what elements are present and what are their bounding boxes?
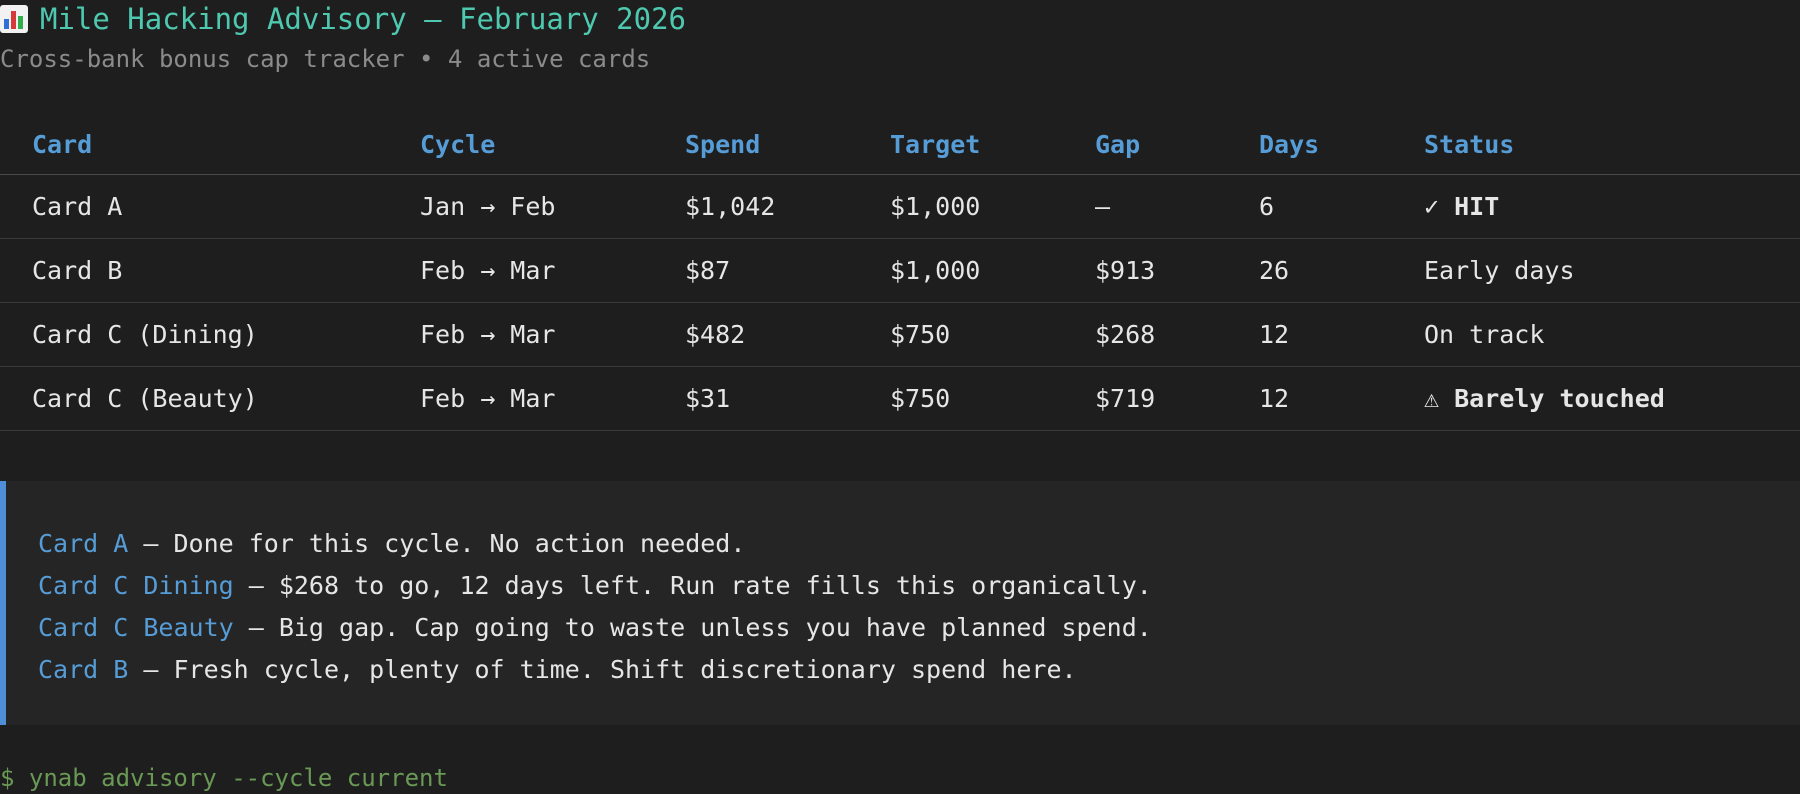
cell-spend: $31	[685, 366, 890, 431]
advice-text: — Big gap. Cap going to waste unless you…	[233, 613, 1152, 642]
advisory-panel: Card A — Done for this cycle. No action …	[0, 481, 1800, 725]
cell-gap: $913	[1095, 238, 1259, 303]
column-header-spend: Spend	[685, 114, 890, 175]
column-header-days: Days	[1259, 114, 1424, 175]
cell-days: 12	[1259, 302, 1424, 367]
cell-card: Card C (Dining)	[0, 302, 420, 367]
cell-cycle: Jan → Feb	[420, 174, 685, 239]
cell-gap: $268	[1095, 302, 1259, 367]
status-badge: ✓ HIT	[1424, 174, 1800, 239]
column-header-gap: Gap	[1095, 114, 1259, 175]
page-title-text: Mile Hacking Advisory — February 2026	[40, 2, 687, 36]
status-badge: Early days	[1424, 238, 1800, 303]
advice-card-name: Card C Dining	[38, 571, 234, 600]
advice-line: Card A — Done for this cycle. No action …	[38, 523, 1800, 565]
cell-gap: —	[1095, 174, 1259, 239]
bar-chart-icon	[0, 5, 28, 33]
status-badge: On track	[1424, 302, 1800, 367]
table-row: Card C (Dining) Feb → Mar $482 $750 $268…	[0, 302, 1800, 367]
table-row: Card B Feb → Mar $87 $1,000 $913 26 Earl…	[0, 238, 1800, 303]
table-header-row: Card Cycle Spend Target Gap Days Status	[0, 114, 1800, 175]
cell-cycle: Feb → Mar	[420, 302, 685, 367]
advice-text: — Done for this cycle. No action needed.	[128, 529, 746, 558]
cell-days: 12	[1259, 366, 1424, 431]
column-header-cycle: Cycle	[420, 114, 685, 175]
cell-spend: $87	[685, 238, 890, 303]
cell-gap: $719	[1095, 366, 1259, 431]
cell-spend: $482	[685, 302, 890, 367]
cell-card: Card C (Beauty)	[0, 366, 420, 431]
advice-card-name: Card A	[38, 529, 129, 558]
terminal-page: Mile Hacking Advisory — February 2026 Cr…	[0, 0, 1800, 794]
page-subtitle: Cross-bank bonus cap tracker • 4 active …	[0, 45, 651, 73]
cell-card: Card A	[0, 174, 420, 239]
command-prompt[interactable]: $ ynab advisory --cycle current	[0, 762, 448, 794]
cell-cycle: Feb → Mar	[420, 238, 685, 303]
cell-days: 6	[1259, 174, 1424, 239]
advice-card-name: Card B	[38, 655, 129, 684]
cell-target: $1,000	[890, 238, 1095, 303]
advice-line: Card C Beauty — Big gap. Cap going to wa…	[38, 607, 1800, 649]
advice-text: — Fresh cycle, plenty of time. Shift dis…	[128, 655, 1077, 684]
advice-card-name: Card C Beauty	[38, 613, 234, 642]
cell-card: Card B	[0, 238, 420, 303]
advice-line: Card B — Fresh cycle, plenty of time. Sh…	[38, 649, 1800, 691]
cell-spend: $1,042	[685, 174, 890, 239]
column-header-card: Card	[0, 114, 420, 175]
cell-days: 26	[1259, 238, 1424, 303]
bonus-cap-table: Card Cycle Spend Target Gap Days Status …	[0, 114, 1800, 431]
page-title: Mile Hacking Advisory — February 2026	[0, 2, 686, 36]
table-row: Card C (Beauty) Feb → Mar $31 $750 $719 …	[0, 366, 1800, 431]
cell-cycle: Feb → Mar	[420, 366, 685, 431]
status-badge: ⚠ Barely touched	[1424, 366, 1800, 431]
table-row: Card A Jan → Feb $1,042 $1,000 — 6 ✓ HIT	[0, 174, 1800, 239]
cell-target: $750	[890, 366, 1095, 431]
advice-text: — $268 to go, 12 days left. Run rate fil…	[233, 571, 1152, 600]
cell-target: $1,000	[890, 174, 1095, 239]
column-header-target: Target	[890, 114, 1095, 175]
cell-target: $750	[890, 302, 1095, 367]
advice-line: Card C Dining — $268 to go, 12 days left…	[38, 565, 1800, 607]
column-header-status: Status	[1424, 114, 1800, 175]
